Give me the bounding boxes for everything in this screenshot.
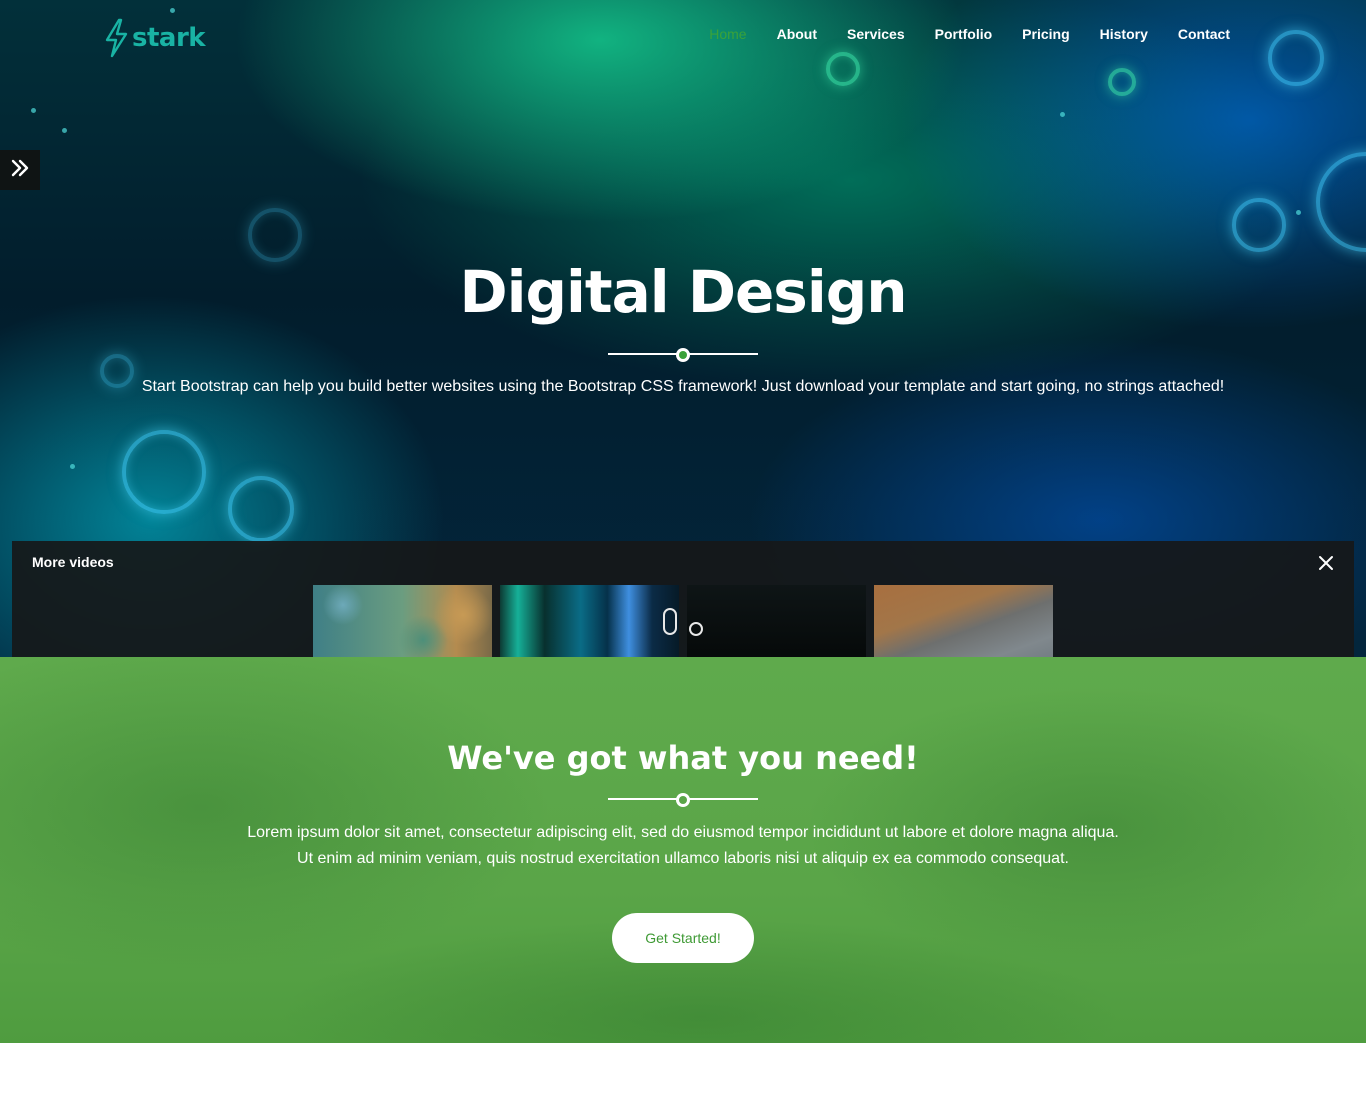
get-started-button[interactable]: Get Started! xyxy=(612,913,754,963)
nav-link-history[interactable]: History xyxy=(1100,26,1148,42)
section-text-line2: Ut enim ad minim veniam, quis nostrud ex… xyxy=(297,850,1069,867)
section-title: We've got what you need! xyxy=(447,739,919,777)
more-videos-title: More videos xyxy=(32,554,114,570)
main-nav: Home About Services Portfolio Pricing Hi… xyxy=(709,26,1230,42)
nav-link-pricing[interactable]: Pricing xyxy=(1022,26,1069,42)
side-panel-toggle-button[interactable] xyxy=(0,150,40,190)
video-thumbnail-dark[interactable] xyxy=(687,585,866,657)
hero-divider xyxy=(608,348,758,362)
particle-decoration xyxy=(31,108,36,113)
particle-decoration xyxy=(170,8,175,13)
page-bottom-area xyxy=(0,1043,1366,1108)
nav-link-portfolio[interactable]: Portfolio xyxy=(935,26,993,42)
section-text-line1: Lorem ipsum dolor sit amet, consectetur … xyxy=(247,824,1119,841)
bubble-decoration xyxy=(826,52,860,86)
loading-indicator xyxy=(663,608,677,635)
bubble-decoration xyxy=(1108,68,1136,96)
bubble-decoration xyxy=(248,208,302,262)
hero-title: Digital Design xyxy=(459,258,907,326)
lightning-icon xyxy=(104,18,130,58)
nav-link-services[interactable]: Services xyxy=(847,26,905,42)
double-chevron-right-icon xyxy=(10,158,30,182)
particle-decoration xyxy=(62,128,67,133)
nav-link-about[interactable]: About xyxy=(777,26,817,42)
bubble-decoration xyxy=(122,430,206,514)
close-icon[interactable] xyxy=(1316,553,1336,573)
particle-decoration xyxy=(70,464,75,469)
brand-logo[interactable]: stark xyxy=(104,18,206,58)
bubble-decoration xyxy=(1232,198,1286,252)
video-thumbnail-underwater[interactable] xyxy=(313,585,492,657)
services-intro-section: We've got what you need! Lorem ipsum dol… xyxy=(0,657,1366,1043)
particle-decoration xyxy=(1060,112,1065,117)
more-videos-panel: More videos xyxy=(12,541,1354,657)
hero-description: Start Bootstrap can help you build bette… xyxy=(141,378,1225,395)
section-divider xyxy=(608,793,758,807)
particle-decoration xyxy=(1296,210,1301,215)
video-thumbnail-aurora[interactable] xyxy=(500,585,679,657)
nav-link-home[interactable]: Home xyxy=(709,26,746,42)
bubble-decoration xyxy=(1316,152,1366,252)
bubble-decoration xyxy=(228,476,294,542)
brand-name: stark xyxy=(132,23,206,53)
bubble-decoration xyxy=(1268,30,1324,86)
loading-indicator-dot xyxy=(689,622,703,636)
video-thumbnail-beach[interactable] xyxy=(874,585,1053,657)
nav-link-contact[interactable]: Contact xyxy=(1178,26,1230,42)
